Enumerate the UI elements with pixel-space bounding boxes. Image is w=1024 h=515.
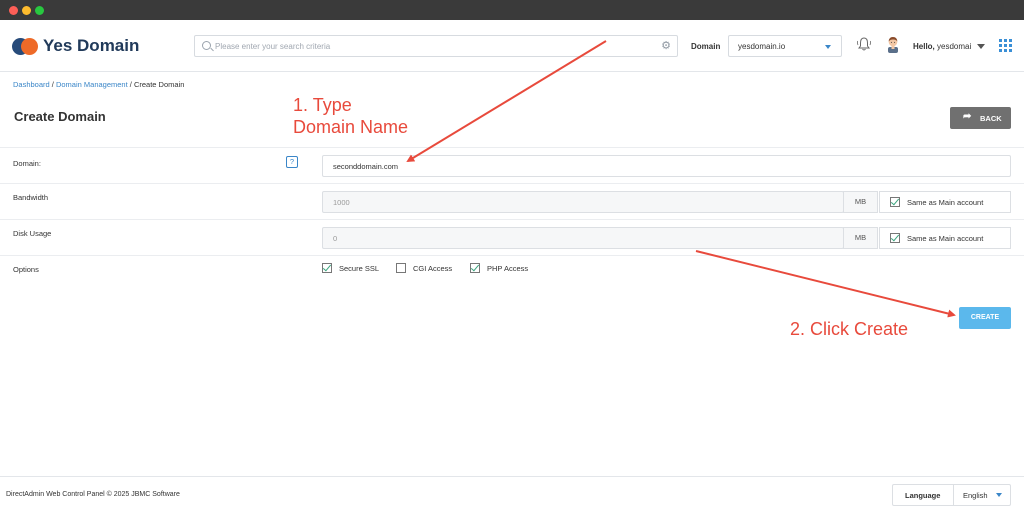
secure-ssl-label: Secure SSL (339, 264, 380, 273)
annotation-arrows (406, 40, 956, 318)
bandwidth-same-checkbox[interactable] (890, 197, 900, 207)
domain-label: Domain: (13, 159, 41, 168)
annotation-arrow-2 (695, 250, 956, 318)
top-header: Yes Domain ⚙ Domain yesdomain.io Hello, … (0, 20, 1024, 72)
domain-selector-label: Domain (691, 42, 721, 51)
disk-same-checkbox[interactable] (890, 233, 900, 243)
breadcrumb: Dashboard / Domain Management / Create D… (13, 80, 185, 89)
annotation-step1: 1. Type Domain Name (293, 95, 409, 137)
avatar[interactable] (885, 35, 901, 53)
maximize-window-button[interactable] (35, 6, 44, 15)
share-arrow-icon: ➦ (963, 111, 972, 122)
row-divider (0, 255, 1024, 256)
domain-selector[interactable]: yesdomain.io (728, 35, 842, 57)
search-box[interactable]: ⚙ (194, 35, 678, 57)
brand-name[interactable]: Yes Domain (43, 36, 139, 56)
row-divider (0, 183, 1024, 184)
bell-icon[interactable] (856, 36, 872, 52)
footer-divider (0, 476, 1024, 477)
disk-usage-unit: MB (843, 227, 878, 249)
php-access-label: PHP Access (487, 264, 529, 273)
user-menu-chevron-icon[interactable] (977, 44, 985, 49)
language-label: Language (905, 491, 941, 500)
page-title: Create Domain (14, 109, 106, 124)
disk-same-as-main[interactable]: Same as Main account (879, 227, 1011, 249)
row-divider (0, 219, 1024, 220)
bandwidth-label: Bandwidth (13, 193, 49, 202)
minimize-window-button[interactable] (22, 6, 31, 15)
chevron-down-icon (996, 493, 1002, 497)
create-button[interactable]: CREATE (959, 307, 1011, 329)
options-label: Options (13, 265, 39, 274)
php-access-checkbox[interactable] (470, 263, 480, 273)
language-selector[interactable]: Language English (892, 484, 1011, 506)
cgi-access-checkbox[interactable] (396, 263, 406, 273)
cgi-access-label: CGI Access (413, 264, 453, 273)
help-icon[interactable]: ? (286, 156, 298, 168)
disk-usage-input[interactable]: 0 (322, 227, 844, 249)
footer-copyright: DirectAdmin Web Control Panel © 2025 JBM… (6, 491, 180, 498)
disk-usage-label: Disk Usage (13, 229, 52, 238)
language-value: English (963, 491, 988, 500)
row-divider (0, 147, 1024, 148)
user-greeting[interactable]: Hello, yesdomai (913, 42, 973, 51)
apps-grid-icon[interactable] (999, 39, 1012, 52)
search-input[interactable] (215, 39, 655, 54)
bandwidth-unit: MB (843, 191, 878, 213)
annotation-step2: 2. Click Create (790, 319, 909, 339)
back-button[interactable]: ➦ BACK (950, 107, 1011, 129)
bandwidth-same-as-main[interactable]: Same as Main account (879, 191, 1011, 213)
window-titlebar (0, 0, 1024, 20)
gear-icon[interactable]: ⚙ (660, 40, 672, 52)
search-icon (202, 41, 211, 50)
domain-input[interactable]: seconddomain.com (322, 155, 1011, 177)
breadcrumb-domain-management[interactable]: Domain Management (56, 80, 128, 89)
close-window-button[interactable] (9, 6, 18, 15)
breadcrumb-current: Create Domain (133, 80, 185, 89)
secure-ssl-checkbox[interactable] (322, 263, 332, 273)
chevron-down-icon (825, 45, 831, 49)
brand-logo-icon[interactable] (12, 38, 40, 56)
breadcrumb-dashboard[interactable]: Dashboard (13, 80, 50, 89)
domain-selector-value: yesdomain.io (738, 42, 786, 51)
bandwidth-input[interactable]: 1000 (322, 191, 844, 213)
